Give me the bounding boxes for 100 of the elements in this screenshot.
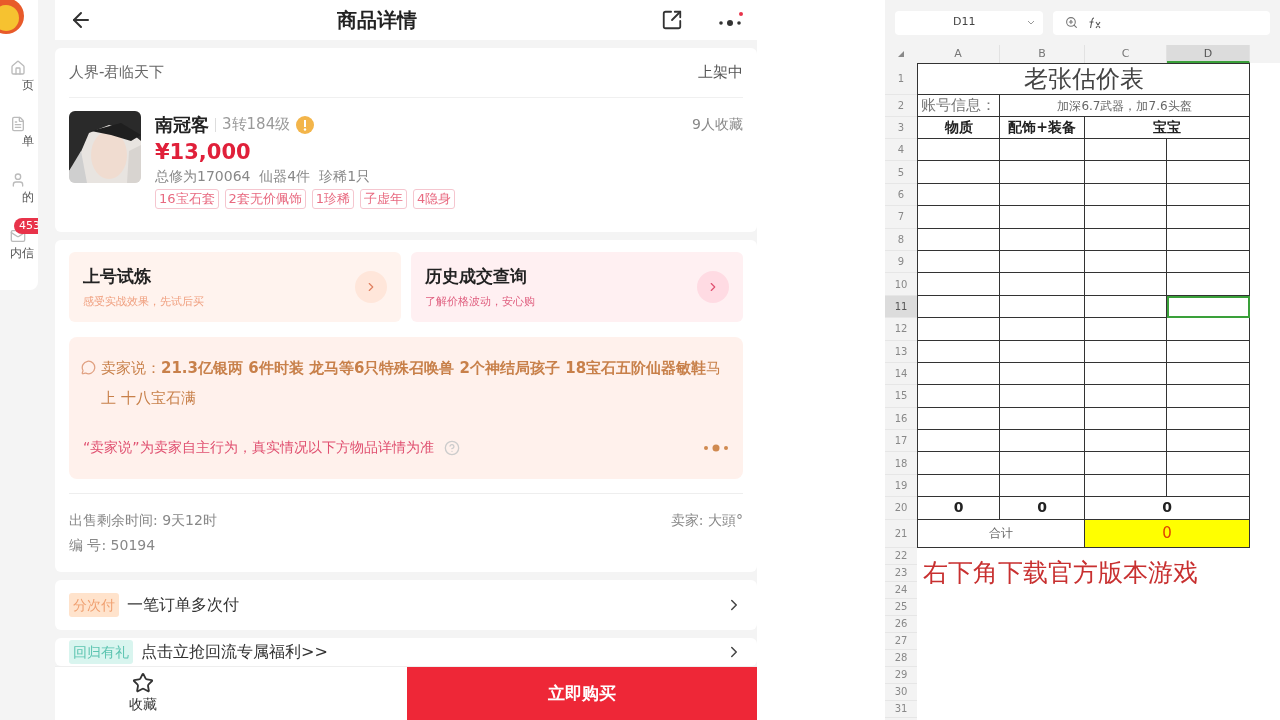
row-header[interactable]: 17 [885, 430, 917, 453]
dropdown-icon[interactable] [1027, 20, 1035, 25]
table-cell[interactable] [1167, 318, 1250, 341]
column-header[interactable]: B [1000, 45, 1085, 63]
table-cell[interactable] [1085, 161, 1167, 184]
row-header[interactable]: 13 [885, 340, 917, 363]
table-cell[interactable] [1085, 206, 1167, 229]
table-cell[interactable] [917, 228, 1000, 251]
row-header[interactable]: 23 [885, 564, 917, 582]
table-cell[interactable] [1000, 452, 1085, 475]
row-header[interactable]: 29 [885, 666, 917, 684]
row-header[interactable]: 1 [885, 63, 917, 95]
row-header[interactable]: 19 [885, 474, 917, 498]
share-icon[interactable] [661, 9, 683, 31]
table-cell[interactable] [1000, 273, 1085, 296]
table-cell[interactable] [1167, 206, 1250, 229]
table-cell[interactable] [1000, 318, 1085, 341]
select-all-icon[interactable] [898, 51, 904, 57]
row-header[interactable]: 16 [885, 407, 917, 431]
row-header[interactable]: 4 [885, 139, 917, 162]
row-header[interactable]: 10 [885, 273, 917, 296]
table-cell[interactable] [1167, 452, 1250, 475]
table-cell[interactable] [1000, 295, 1085, 319]
row-header[interactable]: 5 [885, 161, 917, 184]
table-cell[interactable] [917, 273, 1000, 296]
table-cell[interactable] [1085, 139, 1167, 162]
table-cell[interactable] [1167, 430, 1250, 453]
row-header[interactable]: 2 [885, 95, 917, 117]
table-cell[interactable] [917, 139, 1000, 162]
table-cell[interactable] [917, 474, 1000, 498]
table-cell[interactable] [1085, 318, 1167, 341]
table-cell[interactable] [1167, 385, 1250, 408]
table-cell[interactable] [1167, 340, 1250, 363]
row-header[interactable]: 27 [885, 632, 917, 650]
table-cell[interactable] [917, 340, 1000, 363]
table-cell[interactable] [1085, 250, 1167, 274]
name-box[interactable]: D11 [895, 10, 1043, 35]
table-cell[interactable] [1167, 139, 1250, 162]
table-cell[interactable] [1000, 385, 1085, 408]
table-cell[interactable] [917, 430, 1000, 453]
table-cell[interactable] [917, 452, 1000, 475]
table-cell[interactable] [1167, 273, 1250, 296]
table-cell[interactable] [1085, 183, 1167, 207]
table-cell[interactable] [1085, 407, 1167, 431]
table-cell[interactable] [1085, 362, 1167, 386]
table-cell[interactable] [917, 407, 1000, 431]
nav-label[interactable]: 的 [22, 188, 34, 206]
buy-now-button[interactable]: 立即购买 [407, 667, 757, 720]
table-cell[interactable] [1167, 250, 1250, 274]
row-header[interactable]: 21 [885, 519, 917, 548]
row-header[interactable]: 24 [885, 581, 917, 599]
row-header[interactable]: 31 [885, 700, 917, 718]
table-cell[interactable] [1167, 228, 1250, 251]
column-header[interactable]: A [917, 45, 1000, 63]
offer-row[interactable]: 分次付 一笔订单多次付 [55, 580, 757, 630]
table-cell[interactable] [1167, 407, 1250, 431]
row-header[interactable]: 6 [885, 183, 917, 207]
table-cell[interactable] [1167, 183, 1250, 207]
row-header[interactable]: 11 [885, 295, 917, 319]
table-cell[interactable] [1085, 385, 1167, 408]
table-cell[interactable] [1167, 161, 1250, 184]
row-header[interactable]: 8 [885, 228, 917, 251]
table-cell[interactable] [1000, 161, 1085, 184]
table-cell[interactable] [1000, 183, 1085, 207]
promo-card[interactable]: 上号试炼 感受实战效果，先试后买 [69, 252, 401, 322]
table-cell[interactable] [1000, 139, 1085, 162]
row-header[interactable]: 28 [885, 649, 917, 667]
table-cell[interactable] [1000, 362, 1085, 386]
row-header[interactable]: 15 [885, 385, 917, 408]
table-cell[interactable] [1000, 340, 1085, 363]
table-cell[interactable] [1000, 250, 1085, 274]
row-header[interactable]: 30 [885, 683, 917, 701]
table-cell[interactable] [917, 385, 1000, 408]
star-icon[interactable] [132, 672, 154, 694]
table-cell[interactable] [1085, 430, 1167, 453]
table-cell[interactable] [917, 318, 1000, 341]
table-cell[interactable] [1085, 452, 1167, 475]
table-cell[interactable] [917, 161, 1000, 184]
table-cell[interactable] [1167, 474, 1250, 498]
row-header[interactable]: 26 [885, 615, 917, 633]
function-icon[interactable] [1088, 16, 1102, 29]
row-header[interactable]: 25 [885, 598, 917, 616]
table-cell[interactable] [917, 362, 1000, 386]
row-header[interactable]: 22 [885, 547, 917, 565]
column-header[interactable]: D [1167, 45, 1250, 63]
row-header[interactable]: 18 [885, 452, 917, 475]
table-cell[interactable] [917, 295, 1000, 319]
nav-label[interactable]: 单 [22, 132, 34, 150]
offer-row[interactable]: 回归有礼 点击立抢回流专属福利>> [55, 638, 757, 666]
zoom-icon[interactable] [1065, 16, 1078, 29]
table-cell[interactable] [1085, 228, 1167, 251]
table-cell[interactable] [1085, 295, 1167, 319]
more-icon[interactable] [717, 12, 743, 28]
row-header[interactable]: 12 [885, 318, 917, 341]
table-cell[interactable] [1000, 474, 1085, 498]
nav-label[interactable]: 页 [22, 76, 34, 94]
table-cell[interactable] [1085, 340, 1167, 363]
table-cell[interactable] [1000, 407, 1085, 431]
table-cell[interactable] [1167, 295, 1250, 319]
row-header[interactable]: 9 [885, 250, 917, 274]
